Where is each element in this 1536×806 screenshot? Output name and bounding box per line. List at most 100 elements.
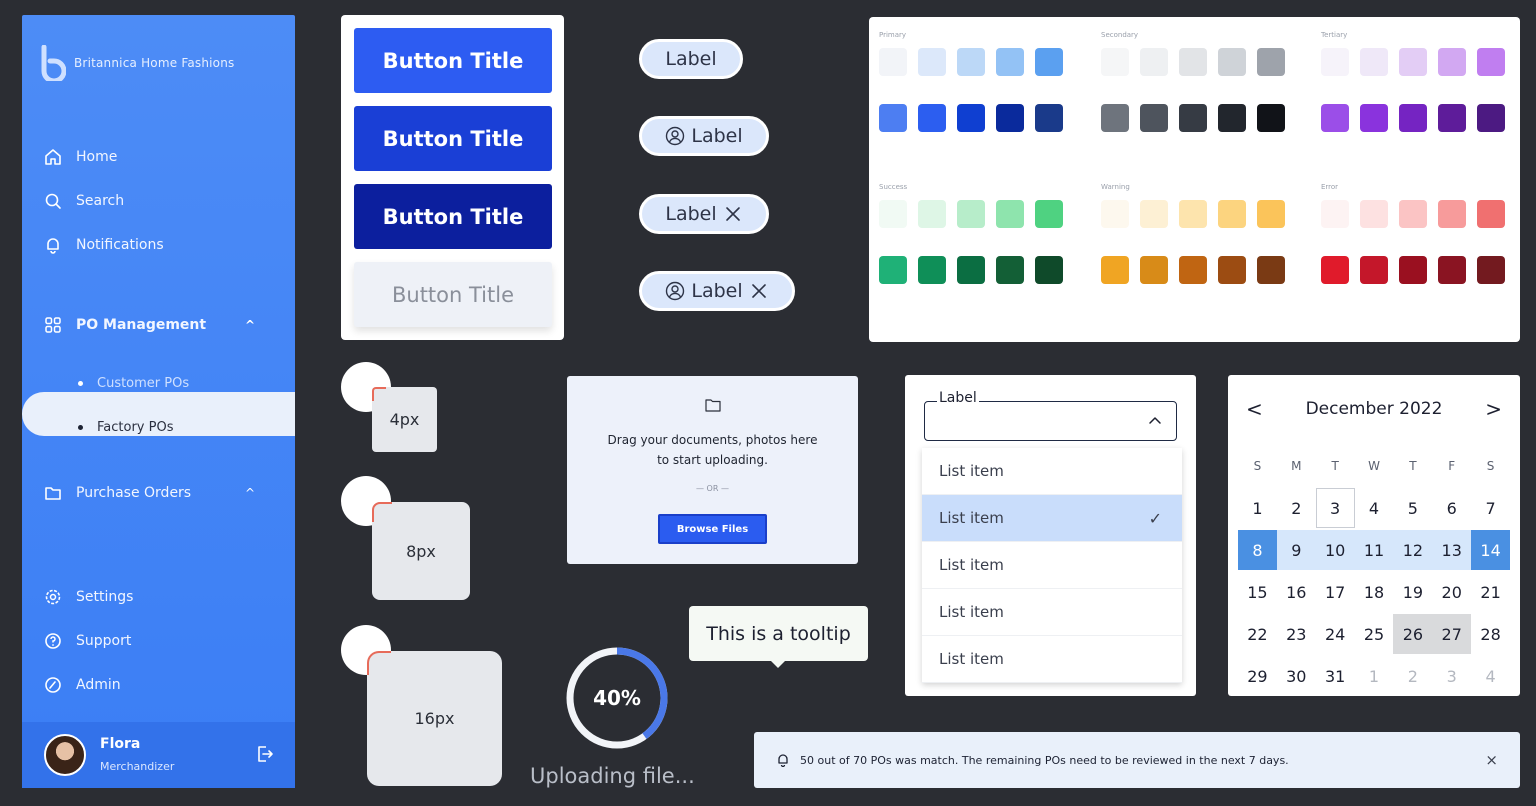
color-swatch[interactable] [1218, 200, 1246, 228]
calendar-day[interactable]: 5 [1393, 488, 1432, 528]
color-swatch[interactable] [918, 256, 946, 284]
color-swatch[interactable] [1035, 104, 1063, 132]
chip-with-avatar[interactable]: Label [639, 116, 769, 156]
primary-button-pressed[interactable]: Button Title [354, 184, 552, 249]
calendar-day[interactable]: 8 [1238, 530, 1277, 570]
color-swatch[interactable] [1477, 200, 1505, 228]
color-swatch[interactable] [1218, 48, 1246, 76]
color-swatch[interactable] [1101, 48, 1129, 76]
calendar-day[interactable]: 2 [1277, 488, 1316, 528]
calendar-day[interactable]: 1 [1355, 656, 1394, 696]
color-swatch[interactable] [1360, 48, 1388, 76]
color-swatch[interactable] [879, 48, 907, 76]
calendar-day[interactable]: 10 [1315, 530, 1355, 570]
color-swatch[interactable] [918, 200, 946, 228]
close-icon[interactable] [723, 204, 743, 224]
browse-files-button[interactable]: Browse Files [658, 514, 767, 544]
color-swatch[interactable] [1321, 256, 1349, 284]
color-swatch[interactable] [918, 104, 946, 132]
calendar-day[interactable]: 3 [1315, 488, 1355, 528]
color-swatch[interactable] [1101, 256, 1129, 284]
color-swatch[interactable] [1140, 104, 1168, 132]
color-swatch[interactable] [1257, 48, 1285, 76]
color-swatch[interactable] [957, 200, 985, 228]
color-swatch[interactable] [1140, 256, 1168, 284]
dropdown-option-selected[interactable]: List item ✓ [922, 495, 1182, 542]
brand[interactable]: Britannica Home Fashions [40, 44, 234, 84]
color-swatch[interactable] [879, 104, 907, 132]
color-swatch[interactable] [1399, 104, 1427, 132]
calendar-day[interactable]: 18 [1355, 572, 1394, 612]
color-swatch[interactable] [879, 256, 907, 284]
color-swatch[interactable] [1218, 256, 1246, 284]
color-swatch[interactable] [1477, 256, 1505, 284]
calendar-day[interactable]: 29 [1238, 656, 1277, 696]
calendar-day[interactable]: 28 [1471, 614, 1510, 654]
sidebar-subitem-customer-pos[interactable]: Customer POs [78, 376, 189, 391]
chip[interactable]: Label [639, 39, 743, 79]
color-swatch[interactable] [1035, 200, 1063, 228]
sidebar-item-notifications[interactable]: Notifications [44, 236, 164, 254]
calendar-day[interactable]: 3 [1432, 656, 1471, 696]
calendar-day[interactable]: 7 [1471, 488, 1510, 528]
calendar-day[interactable]: 4 [1355, 488, 1394, 528]
file-upload-dropzone[interactable]: Drag your documents, photos here to star… [567, 376, 858, 564]
color-swatch[interactable] [1035, 256, 1063, 284]
chip-removable[interactable]: Label [639, 194, 769, 234]
dropdown-option[interactable]: List item [922, 636, 1182, 683]
calendar-day[interactable]: 21 [1471, 572, 1510, 612]
color-swatch[interactable] [1438, 200, 1466, 228]
dropdown-option[interactable]: List item [922, 448, 1182, 495]
calendar-day[interactable]: 2 [1393, 656, 1432, 696]
chevron-up-icon[interactable] [1148, 414, 1162, 428]
sidebar-item-settings[interactable]: Settings [44, 588, 133, 606]
color-swatch[interactable] [1321, 200, 1349, 228]
calendar-day[interactable]: 17 [1316, 572, 1355, 612]
chip-avatar-removable[interactable]: Label [639, 271, 795, 311]
close-icon[interactable]: × [1485, 751, 1498, 769]
close-icon[interactable] [749, 281, 769, 301]
color-swatch[interactable] [1438, 104, 1466, 132]
calendar-day[interactable]: 27 [1432, 614, 1472, 654]
primary-button-hover[interactable]: Button Title [354, 106, 552, 171]
color-swatch[interactable] [957, 256, 985, 284]
calendar-day[interactable]: 30 [1277, 656, 1316, 696]
calendar-day[interactable]: 26 [1393, 614, 1433, 654]
color-swatch[interactable] [1438, 256, 1466, 284]
color-swatch[interactable] [1179, 256, 1207, 284]
sidebar-item-purchase-orders[interactable]: Purchase Orders ^ [44, 484, 275, 502]
calendar-day[interactable]: 12 [1393, 530, 1433, 570]
color-swatch[interactable] [996, 104, 1024, 132]
sidebar-item-home[interactable]: Home [44, 148, 117, 166]
calendar-day[interactable]: 25 [1355, 614, 1394, 654]
color-swatch[interactable] [1399, 48, 1427, 76]
color-swatch[interactable] [957, 104, 985, 132]
sidebar-item-admin[interactable]: Admin [44, 676, 121, 694]
sidebar-item-po-management[interactable]: PO Management ^ [44, 316, 275, 334]
color-swatch[interactable] [1140, 200, 1168, 228]
primary-button[interactable]: Button Title [354, 28, 552, 93]
dropdown-option[interactable]: List item [922, 542, 1182, 589]
color-swatch[interactable] [996, 256, 1024, 284]
avatar[interactable] [44, 734, 86, 776]
calendar-day[interactable]: 4 [1471, 656, 1510, 696]
color-swatch[interactable] [1399, 256, 1427, 284]
calendar-day[interactable]: 16 [1277, 572, 1316, 612]
sidebar-item-support[interactable]: Support [44, 632, 131, 650]
color-swatch[interactable] [1179, 200, 1207, 228]
color-swatch[interactable] [1477, 104, 1505, 132]
dropdown-select[interactable] [924, 401, 1177, 441]
color-swatch[interactable] [1257, 256, 1285, 284]
color-swatch[interactable] [1257, 104, 1285, 132]
color-swatch[interactable] [996, 48, 1024, 76]
calendar-day[interactable]: 24 [1316, 614, 1355, 654]
calendar-day[interactable]: 20 [1432, 572, 1471, 612]
color-swatch[interactable] [1321, 104, 1349, 132]
color-swatch[interactable] [1218, 104, 1246, 132]
color-swatch[interactable] [879, 200, 907, 228]
calendar-day[interactable]: 13 [1432, 530, 1472, 570]
color-swatch[interactable] [1035, 48, 1063, 76]
calendar-day[interactable]: 22 [1238, 614, 1277, 654]
color-swatch[interactable] [1360, 256, 1388, 284]
color-swatch[interactable] [1179, 104, 1207, 132]
